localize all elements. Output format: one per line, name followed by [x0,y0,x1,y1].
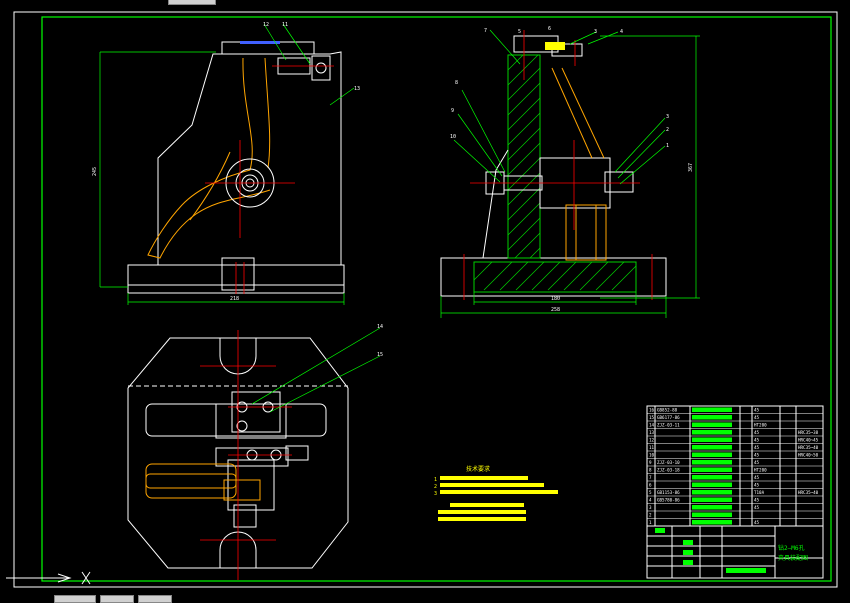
balloon-side-5: 5 [518,29,521,35]
balloon-side-2: 2 [666,127,669,133]
bom-material: 45 [754,430,760,435]
bom-material: 45 [754,475,760,480]
bom-row: 5 GB1153-86 T10A HRC35~40 [647,488,823,495]
bom-no: 16 [649,408,655,413]
bom-material: 45 [754,453,760,458]
bom-material: HT200 [754,468,767,473]
balloon-side-7: 7 [484,28,487,34]
bom-standard: HRC35~40 [798,490,819,495]
bom-material: 45 [754,438,760,443]
bom-standard: HRC40~45 [798,438,819,443]
bom-spec: ZJZ-03-11 [657,423,680,428]
bom-spec: GB1153-86 [657,490,680,495]
bom-no: 8 [649,468,652,473]
drawing-name: 夹具装配图 [778,554,808,562]
bom-row: 15 GB6177-86 45 [647,413,823,420]
bom-material: 45 [754,505,760,510]
bom-no: 2 [649,513,652,518]
technical-requirements: 技术要求 1 2 3 [434,465,558,521]
bom-no: 13 [649,430,655,435]
bom-spec: ZJZ-03-10 [657,460,680,465]
bom-spec: ZJZ-03-18 [657,468,680,473]
balloon-side-6: 6 [548,26,551,32]
bom-material: 45 [754,445,760,450]
bom-no: 3 [649,505,652,510]
balloon-side-1: 1 [666,143,669,149]
front-view [99,23,355,305]
bom-material: 45 [754,460,760,465]
balloon-front-11: 11 [282,22,288,28]
tech-req-item-2: 2 [434,484,437,490]
bom-no: 5 [649,490,652,495]
bom-no: 4 [649,498,652,503]
balloon-front-12: 12 [263,22,269,28]
tech-req-title: 技术要求 [466,465,490,473]
layout-tab[interactable] [54,595,96,603]
dim-side-height: 367 [688,163,694,172]
bom-row: 14 ZJZ-03-11 HT200 [647,420,823,428]
bom-spec: GB852-88 [657,408,678,413]
bom-row: 1 45 [647,518,823,525]
balloon-side-9: 9 [451,108,454,114]
bom-row: 10 45 HRC40~50 [647,450,823,458]
bom-row: 12 45 HRC40~45 [647,435,823,443]
tech-req-item-1: 1 [434,477,437,483]
bom-no: 14 [649,423,655,428]
balloon-side-10: 10 [450,134,456,140]
cad-drawing-canvas[interactable]: 12 11 13 7 5 6 3 4 8 9 10 3 2 1 14 15 24… [0,0,850,601]
bom-row: 3 45 [647,503,823,510]
layout-tab[interactable] [138,595,172,603]
dim-front-height: 245 [92,167,98,176]
bom-row: 7 45 [647,473,823,480]
balloon-top-14: 14 [377,324,383,330]
balloon-side-3b: 3 [666,114,669,120]
side-view [440,29,700,318]
bom-material: T10A [754,490,765,495]
bom-no: 15 [649,415,655,420]
bill-of-materials: 16 GB852-88 4515 GB6177-86 4514 ZJZ-03-11 HT20… [646,405,824,527]
bom-standard: HRC35~38 [798,430,819,435]
bom-no: 12 [649,438,655,443]
drawing-code: 钻2—M6孔 [778,544,804,552]
balloon-front-13: 13 [354,86,360,92]
title-block: 钻2—M6孔 夹具装配图 [646,525,824,579]
balloon-side-3a: 3 [594,29,597,35]
balloon-top-15: 15 [377,352,383,358]
bom-row: 16 GB852-88 45 [649,407,760,413]
bom-material: 45 [754,483,760,488]
top-view [127,327,381,580]
dim-front-width: 218 [230,296,239,302]
bom-no: 9 [649,460,652,465]
bom-material: HT200 [754,423,767,428]
balloon-side-4: 4 [620,29,623,35]
bom-material: 45 [754,498,760,503]
bom-material: 45 [754,408,760,413]
bom-row: 4 GB5780-86 45 [647,495,823,503]
bom-material: 45 [754,415,760,420]
tech-req-item-3: 3 [434,491,437,497]
ucs-icon [6,571,91,585]
bom-row: 13 45 HRC35~38 [647,428,823,435]
bottom-tab-strip [0,594,850,603]
bom-standard: HRC40~50 [798,453,819,458]
bom-material: 45 [754,520,760,525]
bom-row: 8 ZJZ-03-18 HT200 [647,465,823,473]
bom-no: 1 [649,520,652,525]
bom-row: 9 ZJZ-03-10 45 [647,458,823,465]
bom-no: 11 [649,445,655,450]
balloon-side-8: 8 [455,80,458,86]
bom-spec: GB5780-86 [657,498,680,503]
bom-no: 10 [649,453,655,458]
bom-row: 2 [647,510,823,518]
bom-spec: GB6177-86 [657,415,680,420]
dim-side-width: 258 [551,307,560,313]
layout-tab[interactable] [100,595,134,603]
dim-side-inner: 180 [551,296,560,302]
bom-standard: HRC35~40 [798,445,819,450]
bom-no: 6 [649,483,652,488]
bom-row: 11 45 HRC35~40 [647,443,823,450]
bom-no: 7 [649,475,652,480]
bom-row: 6 45 [647,480,823,488]
